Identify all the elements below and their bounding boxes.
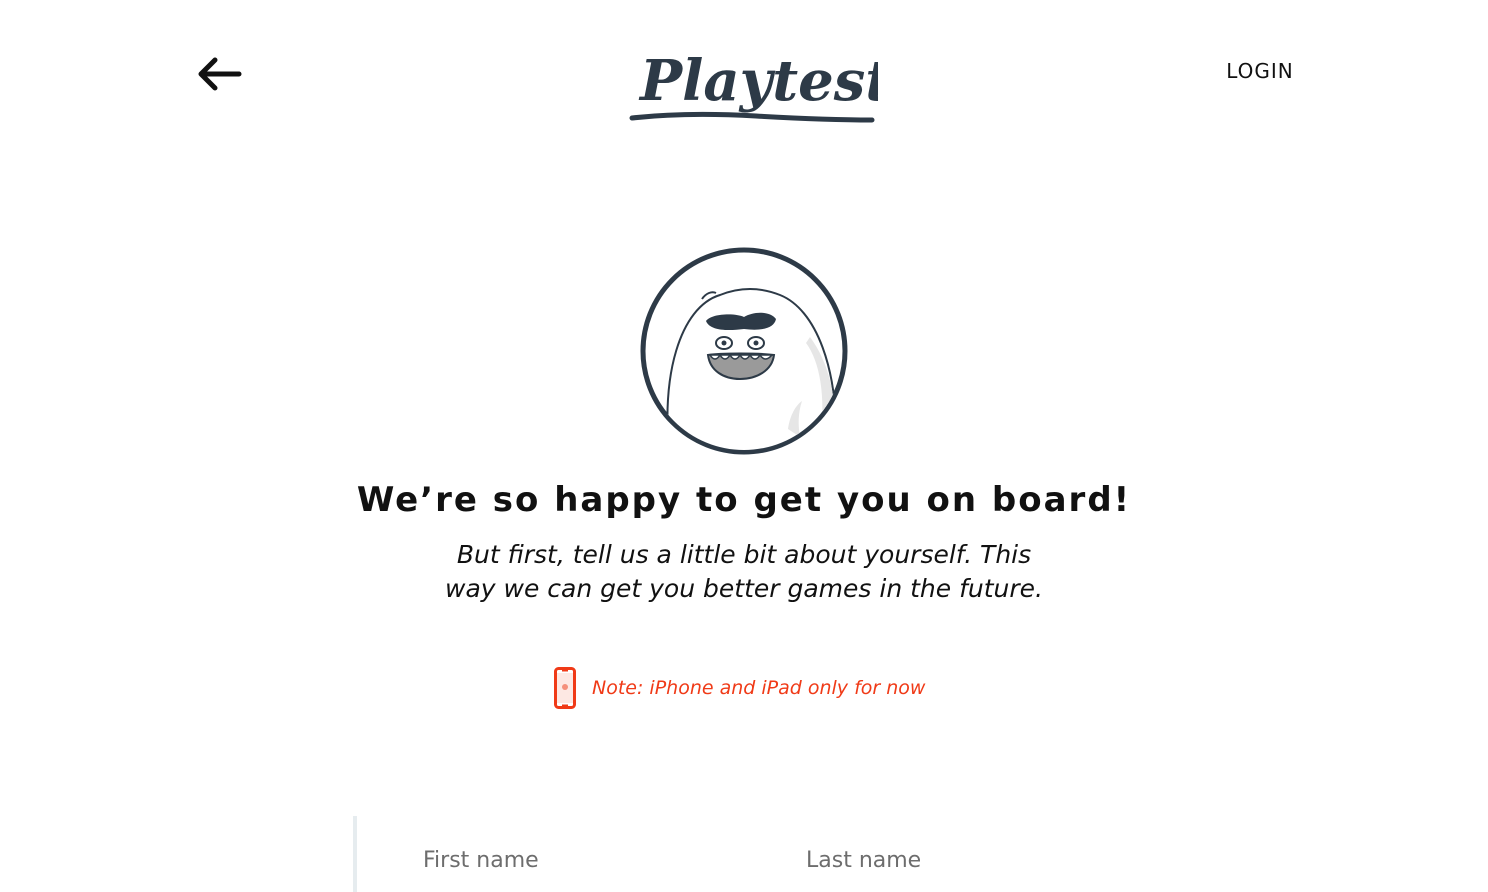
signup-page: Playtest LOGIN We’re so happy to get you… bbox=[0, 0, 1488, 892]
iphone-icon bbox=[554, 667, 576, 709]
note-text: Note: iPhone and iPad only for now bbox=[592, 677, 926, 699]
playtest-logo[interactable]: Playtest bbox=[626, 36, 891, 132]
arrow-left-icon bbox=[198, 57, 242, 91]
subtitle-line-2: way we can get you better games in the f… bbox=[445, 574, 1043, 603]
last-name-input[interactable] bbox=[806, 836, 1146, 884]
welcome-title: We’re so happy to get you on board! bbox=[356, 480, 1132, 520]
yeti-mascot-icon bbox=[640, 247, 848, 455]
platform-note: Note: iPhone and iPad only for now bbox=[554, 666, 925, 710]
subtitle-line-1: But first, tell us a little bit about yo… bbox=[456, 540, 1032, 569]
first-name-input[interactable] bbox=[423, 836, 763, 884]
back-button[interactable] bbox=[190, 50, 246, 94]
logo-text: Playtest bbox=[638, 48, 878, 114]
login-link[interactable]: LOGIN bbox=[1212, 56, 1308, 86]
form-divider bbox=[353, 816, 357, 892]
subtitle: But first, tell us a little bit about yo… bbox=[444, 538, 1044, 606]
